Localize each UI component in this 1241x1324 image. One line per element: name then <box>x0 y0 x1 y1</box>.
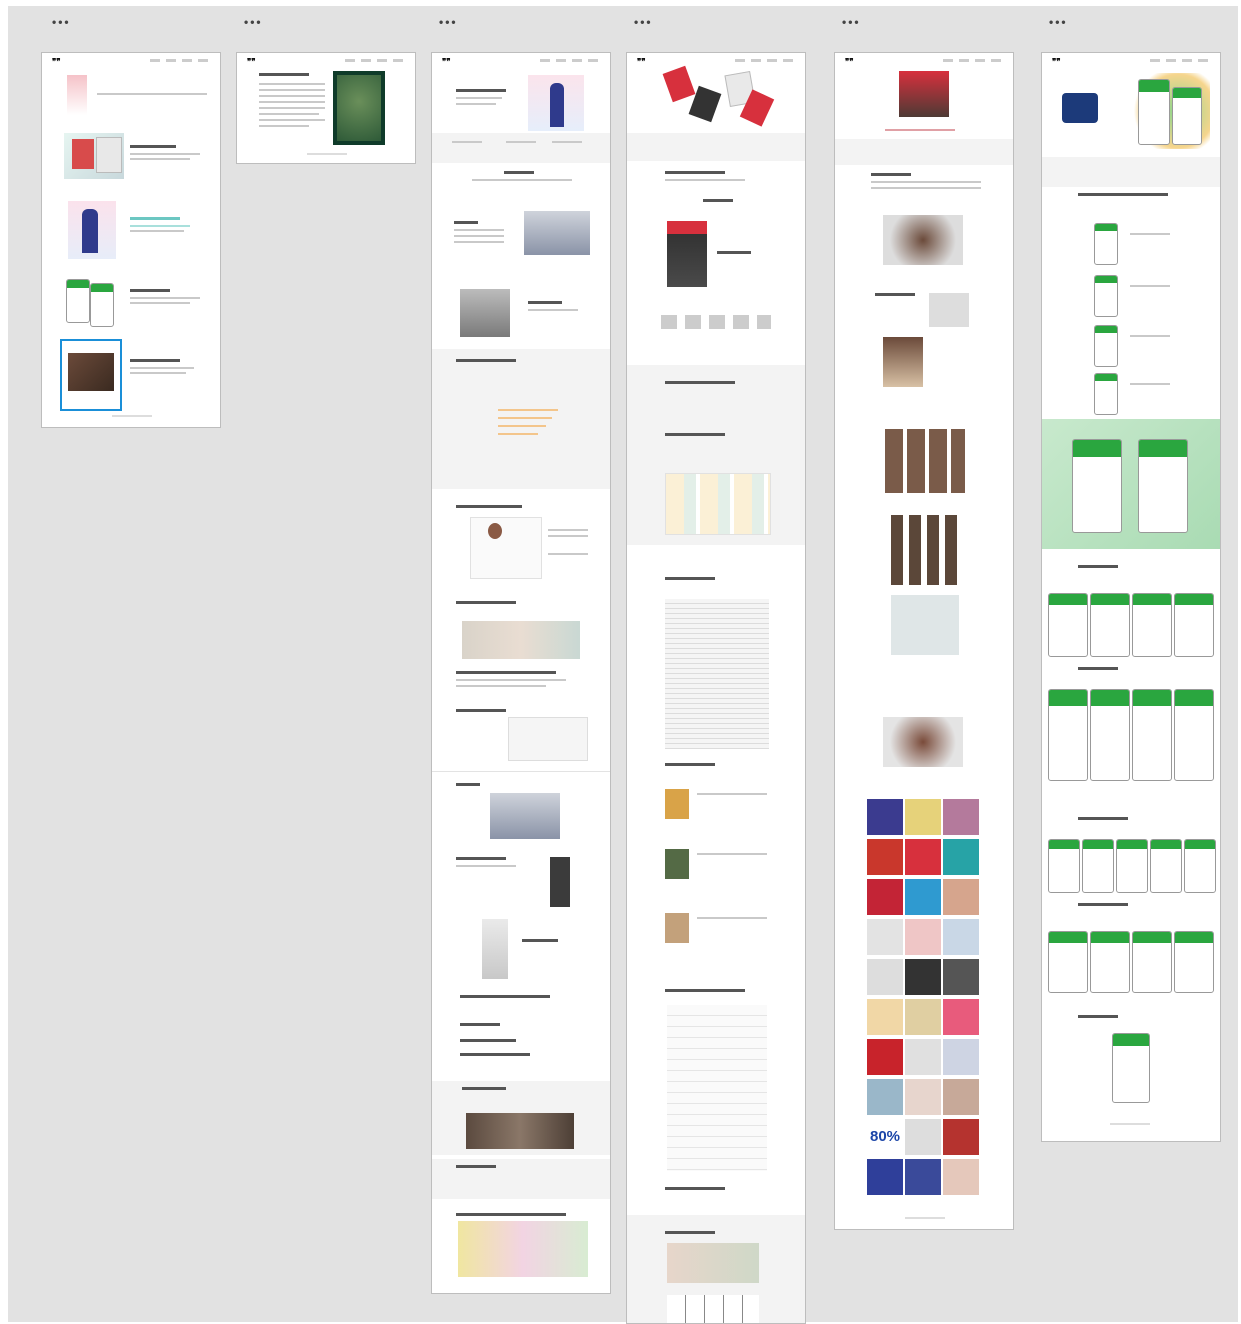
artboard-menu-case-fantasy[interactable]: ••• <box>1049 16 1068 28</box>
artboard-case-journey[interactable]: ❞❞ <box>626 52 806 1324</box>
process-diagram <box>661 315 771 329</box>
artboard-about[interactable]: ❞❞ <box>236 52 416 164</box>
logo: ❞❞ <box>247 57 256 66</box>
device-mockup-2 <box>883 717 963 767</box>
sketch-photo <box>667 1243 759 1283</box>
logo: ❞❞ <box>52 57 61 66</box>
storyboard <box>667 1005 767 1171</box>
phone-screens <box>667 221 707 287</box>
sketch-board <box>508 717 588 761</box>
percent-tile: 80% <box>867 1119 903 1155</box>
card-image-1 <box>662 65 696 103</box>
nav-bar <box>540 59 600 62</box>
food-grid <box>885 429 965 493</box>
nav-bar <box>1150 59 1210 62</box>
hero-green-band <box>1042 419 1220 549</box>
journey-map <box>665 599 769 749</box>
food-cards <box>891 515 959 585</box>
team-photo <box>899 71 949 117</box>
event-photo <box>466 1113 574 1149</box>
artboard-case-aic[interactable]: ❞❞ <box>431 52 611 1294</box>
project-thumb-4 <box>68 353 114 391</box>
wireframes <box>667 1295 759 1323</box>
artboard-case-foodie[interactable]: ❞❞ 80% <box>834 52 1014 1230</box>
persona-card <box>470 517 542 579</box>
nav-bar <box>943 59 1003 62</box>
artboard-menu-case-journey[interactable]: ••• <box>634 16 653 28</box>
booth-image-2 <box>490 793 560 839</box>
nav-bar <box>735 59 795 62</box>
artboard-case-fantasy[interactable]: ❞❞ <box>1041 52 1221 1142</box>
ui-screens <box>891 595 959 655</box>
logo: ❞❞ <box>637 57 646 66</box>
booth-image <box>524 211 590 255</box>
journey-board <box>458 1221 588 1277</box>
nav-bar <box>150 59 210 62</box>
artboard-menu-case-foodie[interactable]: ••• <box>842 16 861 28</box>
persona-photo-2 <box>665 849 689 879</box>
workshop-photo <box>462 621 580 659</box>
logo: ❞❞ <box>1052 57 1061 66</box>
artboard-menu-home[interactable]: ••• <box>52 16 71 28</box>
artboard-menu-case-aic[interactable]: ••• <box>439 16 458 28</box>
logo: ❞❞ <box>442 57 451 66</box>
logo: ❞❞ <box>845 57 854 66</box>
fantasy-badge <box>1062 93 1098 123</box>
design-canvas[interactable]: ••• ••• ••• ••• ••• ••• ❞❞ ❞❞ ❞❞ ❞❞ ❞❞ 8… <box>8 6 1238 1324</box>
project-thumb-3[interactable] <box>66 279 90 323</box>
space-image <box>460 289 510 337</box>
artboard-home[interactable]: ❞❞ <box>41 52 221 428</box>
device-mockup <box>883 215 963 265</box>
hero-sketch <box>67 75 87 115</box>
nav-bar <box>345 59 405 62</box>
artboard-menu-about[interactable]: ••• <box>244 16 263 28</box>
affinity-map <box>665 473 771 535</box>
persona-photo-3 <box>665 913 689 943</box>
persona-photo-1 <box>665 789 689 819</box>
